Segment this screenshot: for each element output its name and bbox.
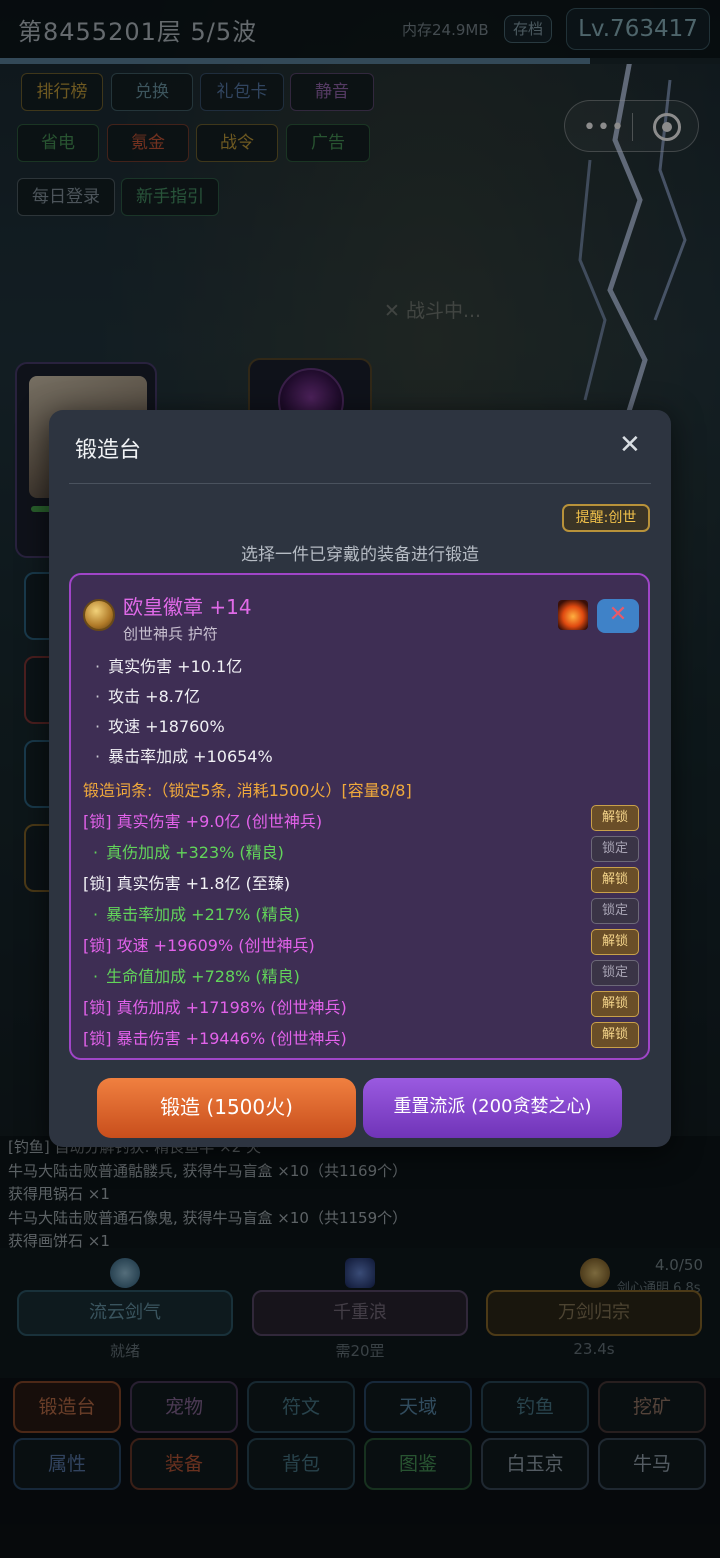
stat-line: · 暴击率加成 +10654%	[95, 747, 273, 766]
equipment-type: 创世神兵 护符	[123, 625, 218, 643]
medal-icon	[83, 599, 115, 631]
affix-line: [锁] 暴击伤害 +19446% (创世神兵)	[83, 1029, 347, 1048]
affix-line: [锁] 真实伤害 +1.8亿 (至臻)	[83, 874, 291, 893]
affix-line: [锁] 真实伤害 +9.0亿 (创世神兵)	[83, 812, 323, 831]
stat-text: 暴击率加成 +10654%	[108, 747, 273, 766]
affix-line: [锁] 攻速 +19609% (创世神兵)	[83, 936, 315, 955]
stat-line: · 真实伤害 +10.1亿	[95, 657, 243, 676]
unlock-button[interactable]: 解锁	[591, 805, 639, 831]
equipment-panel: 欧皇徽章 +14 创世神兵 护符 ✕ · 真实伤害 +10.1亿 · 攻击 +8.7…	[69, 573, 650, 1060]
lock-button[interactable]: 锁定	[591, 898, 639, 924]
reset-school-button[interactable]: 重置流派 (200贪婪之心)	[363, 1078, 622, 1138]
stat-line: · 攻速 +18760%	[95, 717, 225, 736]
forge-modal: 锻造台 ✕ 提醒:创世 选择一件已穿戴的装备进行锻造 欧皇徽章 +14 创世神兵…	[49, 410, 671, 1147]
reminder-tag[interactable]: 提醒:创世	[562, 504, 650, 532]
affix-text: 真伤加成 +323% (精良)	[106, 843, 284, 862]
stat-text: 攻击 +8.7亿	[108, 687, 201, 706]
stat-line: · 攻击 +8.7亿	[95, 687, 201, 706]
unlock-button[interactable]: 解锁	[591, 867, 639, 893]
affix-line: [锁] 真伤加成 +17198% (创世神兵)	[83, 998, 347, 1017]
unlock-button[interactable]: 解锁	[591, 1022, 639, 1048]
affix-text: 暴击率加成 +217% (精良)	[106, 905, 300, 924]
affix-line: · 真伤加成 +323% (精良)	[93, 843, 284, 862]
modal-divider	[69, 483, 651, 484]
fire-icon	[558, 600, 588, 630]
equipment-name: 欧皇徽章 +14	[123, 595, 252, 619]
select-hint: 选择一件已穿戴的装备进行锻造	[241, 545, 479, 565]
affix-line: · 暴击率加成 +217% (精良)	[93, 905, 300, 924]
lock-button[interactable]: 锁定	[591, 836, 639, 862]
unlock-button[interactable]: 解锁	[591, 929, 639, 955]
modal-title: 锻造台	[75, 438, 142, 463]
affix-line: · 生命值加成 +728% (精良)	[93, 967, 300, 986]
forge-button[interactable]: 锻造 (1500火)	[97, 1078, 356, 1138]
affix-text: 生命值加成 +728% (精良)	[106, 967, 300, 986]
remove-equipment-button[interactable]: ✕	[597, 599, 639, 633]
stat-text: 真实伤害 +10.1亿	[108, 657, 243, 676]
close-icon[interactable]: ✕	[619, 432, 641, 458]
unlock-button[interactable]: 解锁	[591, 991, 639, 1017]
stat-text: 攻速 +18760%	[108, 717, 225, 736]
affix-header: 锻造词条:（锁定5条, 消耗1500火）[容量8/8]	[83, 781, 412, 800]
lock-button[interactable]: 锁定	[591, 960, 639, 986]
